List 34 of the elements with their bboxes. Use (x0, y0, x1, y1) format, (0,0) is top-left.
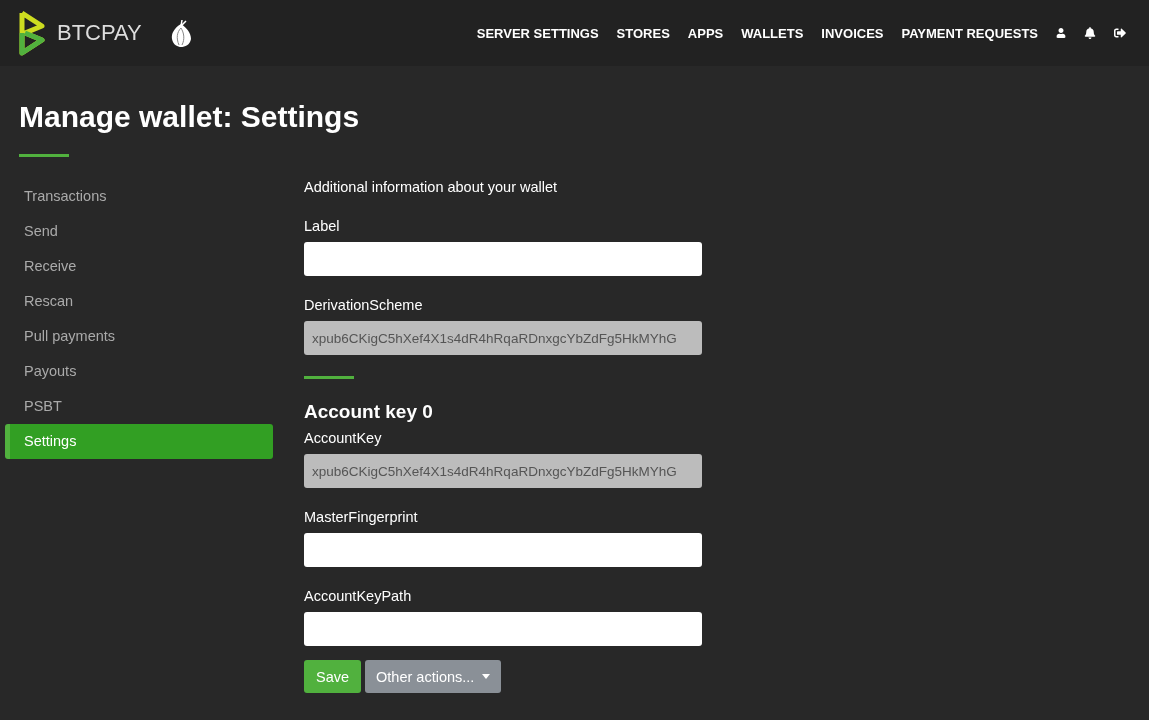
nav-link[interactable]: WALLETS (741, 25, 804, 41)
input-field[interactable] (304, 242, 702, 277)
nav-link[interactable]: SERVER SETTINGS (476, 25, 599, 41)
sidebar-item[interactable]: Transactions (5, 179, 273, 214)
sidebar-item[interactable]: Receive (5, 249, 273, 284)
sidebar-item[interactable]: Send (5, 214, 273, 249)
section-title: Account key 0 (304, 401, 434, 424)
sidebar-item[interactable]: Settings (5, 424, 273, 459)
accent-bar (304, 376, 354, 380)
field-label: Label (304, 218, 341, 235)
caret-icon (482, 674, 491, 680)
logo-text: BTCPAY (57, 20, 142, 46)
field-label: AccountKeyPath (304, 588, 413, 605)
user-icon[interactable] (1056, 28, 1066, 38)
sidebar-item[interactable]: PSBT (5, 389, 273, 424)
sidebar-item[interactable]: Pull payments (5, 319, 273, 354)
field-label: AccountKey (304, 430, 383, 447)
sidebar-item[interactable]: Payouts (5, 354, 273, 389)
page-title: Manage wallet: Settings (19, 100, 361, 133)
onion-icon (169, 18, 192, 48)
accent-bar (19, 154, 69, 157)
logout-icon[interactable] (1114, 27, 1126, 39)
field-label: DerivationScheme (304, 297, 424, 314)
sidebar-item[interactable]: Rescan (5, 284, 273, 319)
intro-text: Additional information about your wallet (304, 179, 559, 197)
bell-icon[interactable] (1084, 27, 1096, 39)
nav-link[interactable]: PAYMENT REQUESTS (901, 25, 1038, 41)
input-field[interactable] (304, 533, 702, 568)
field-label: MasterFingerprint (304, 509, 419, 526)
nav-link[interactable]: STORES (616, 25, 670, 41)
input-field[interactable] (304, 612, 702, 647)
nav-link[interactable]: APPS (687, 25, 724, 41)
logo-icon (19, 10, 45, 56)
nav-link[interactable]: INVOICES (821, 25, 884, 41)
